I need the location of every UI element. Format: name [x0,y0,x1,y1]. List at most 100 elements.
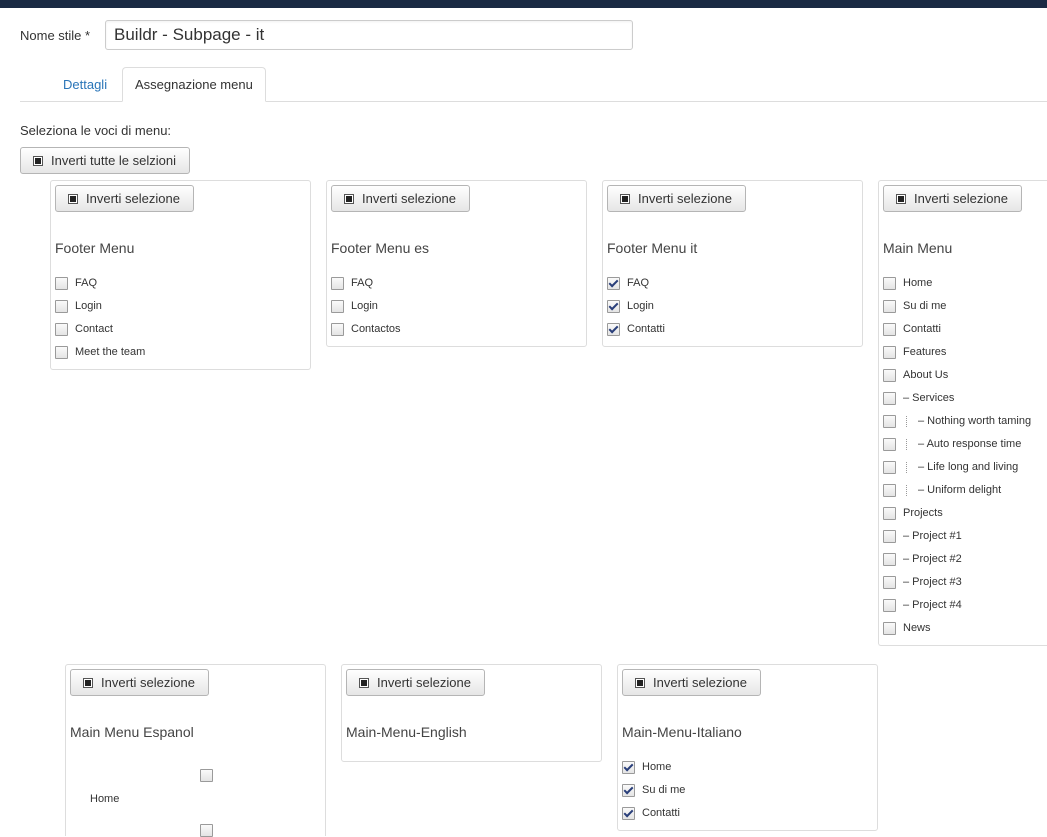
menu-item[interactable]: Contatti [607,322,665,336]
menu-item[interactable]: FAQ [331,276,373,290]
menu-item-checkbox[interactable] [883,437,896,451]
menu-item-label: – Project #1 [903,530,962,542]
menu-item[interactable]: News [883,621,931,635]
menu-item-checkbox[interactable] [883,460,896,474]
menu-item-checkbox[interactable] [55,276,68,290]
menu-box-main-menu: Inverti selezione Main Menu Home Su di m… [878,180,1047,646]
menu-item[interactable]: – Project #4 [883,598,962,612]
menu-item[interactable]: Login [331,299,378,313]
invert-all-selections-button[interactable]: Inverti tutte le selzioni [20,147,191,174]
menu-item[interactable]: Su di me [622,783,685,797]
style-name-label: Nome stile * [20,28,91,43]
menu-item-checkbox[interactable] [883,368,896,382]
menu-item-checkbox[interactable] [883,299,896,313]
menu-item-checkbox[interactable] [883,345,896,359]
menu-item-checkbox[interactable] [607,322,620,336]
menu-item[interactable]: Contatti [883,322,941,336]
menu-box-main-menu-espanol: Inverti selezione Main Menu Espanol Home [65,664,326,837]
top-navbar [0,0,1047,8]
menu-item[interactable]: Su di me [883,299,946,313]
toggle-selection-icon [83,677,93,688]
menu-item-checkbox[interactable] [883,529,896,543]
menu-box-footer-menu-es: Inverti selezione Footer Menu es FAQ Log… [326,180,587,347]
menu-item-label: Features [903,346,947,358]
menu-item[interactable]: Home [622,760,671,774]
menu-item[interactable]: FAQ [607,276,649,290]
menu-item-checkbox[interactable] [607,299,620,313]
invert-selection-button[interactable]: Inverti selezione [622,669,761,696]
menu-item-checkbox[interactable] [331,322,344,336]
invert-selection-button[interactable]: Inverti selezione [70,669,209,696]
menu-item-checkbox[interactable] [883,276,896,290]
menu-box-main-menu-italiano: Inverti selezione Main-Menu-Italiano Hom… [617,664,878,831]
menu-item-label: – Project #3 [903,576,962,588]
menu-item[interactable]: Home [883,276,932,290]
invert-selection-button[interactable]: Inverti selezione [346,669,485,696]
menu-item-label: News [903,622,931,634]
menu-item-label: – Uniform delight [918,484,1002,496]
menu-box-main-menu-english: Inverti selezione Main-Menu-English [341,664,602,762]
menu-item-checkbox[interactable] [883,391,896,405]
style-name-input[interactable] [105,20,633,50]
menu-item-checkbox[interactable] [622,760,635,774]
menu-item-checkbox[interactable] [55,299,68,313]
menu-item-label: About Us [903,369,949,381]
tree-indent-guide [906,461,908,473]
menu-item-checkbox[interactable] [200,769,213,782]
menu-item[interactable]: Login [55,299,102,313]
menu-item-checkbox[interactable] [622,783,635,797]
menu-item-label: – Nothing worth taming [918,415,1032,427]
menu-item-checkbox[interactable] [883,621,896,635]
menu-item[interactable]: Features [883,345,946,359]
invert-selection-button[interactable]: Inverti selezione [331,185,470,212]
menu-item-checkbox[interactable] [331,299,344,313]
menu-title: Main Menu [883,240,953,256]
menu-item-checkbox[interactable] [883,322,896,336]
menu-box-footer-menu: Inverti selezione Footer Menu FAQ Login … [50,180,311,370]
menu-item[interactable]: – Life long and living [883,460,1018,474]
invert-selection-button[interactable]: Inverti selezione [883,185,1022,212]
menu-item[interactable]: About Us [883,368,948,382]
toggle-selection-icon [896,193,906,204]
menu-item[interactable]: Meet the team [55,345,145,359]
menu-item[interactable]: Contactos [331,322,401,336]
menu-item-label: Contact [75,323,113,335]
menu-item-label: Home [642,761,672,773]
menu-item-checkbox[interactable] [55,322,68,336]
menu-item-checkbox[interactable] [607,276,620,290]
menu-item-checkbox[interactable] [55,345,68,359]
menu-item-label: Login [75,300,102,312]
menu-item-label: FAQ [75,277,98,289]
invert-selection-button[interactable]: Inverti selezione [607,185,746,212]
menu-item[interactable]: – Nothing worth taming [883,414,1031,428]
menu-item-checkbox[interactable] [883,598,896,612]
invert-selection-label: Inverti selezione [86,191,180,206]
menu-item-label: – Project #2 [903,553,962,565]
menu-item-label: Projects [903,507,943,519]
menu-item-checkbox[interactable] [883,414,896,428]
menu-item[interactable]: – Uniform delight [883,483,1001,497]
menu-item-checkbox[interactable] [883,552,896,566]
menu-item[interactable]: Contatti [622,806,680,820]
menu-item-label: Contactos [351,323,401,335]
menu-item[interactable]: FAQ [55,276,97,290]
menu-item[interactable]: Contact [55,322,113,336]
menu-item[interactable]: Login [607,299,654,313]
menu-item[interactable]: – Services [883,391,954,405]
menu-item-checkbox[interactable] [883,483,896,497]
tab-menu-assignment[interactable]: Assegnazione menu [122,67,266,102]
menu-item-checkbox[interactable] [200,824,213,837]
menu-item[interactable]: – Project #3 [883,575,962,589]
invert-selection-button[interactable]: Inverti selezione [55,185,194,212]
menu-item-checkbox[interactable] [331,276,344,290]
menu-item[interactable]: Projects [883,506,943,520]
menu-item[interactable]: – Project #2 [883,552,962,566]
menu-item[interactable]: – Auto response time [883,437,1021,451]
tab-details[interactable]: Dettagli [50,67,120,101]
menu-item-checkbox[interactable] [622,806,635,820]
menu-item-checkbox[interactable] [883,506,896,520]
menu-title: Footer Menu [55,240,135,256]
menu-item[interactable]: – Project #1 [883,529,962,543]
menu-item-checkbox[interactable] [883,575,896,589]
menu-item-label: Home [903,277,933,289]
